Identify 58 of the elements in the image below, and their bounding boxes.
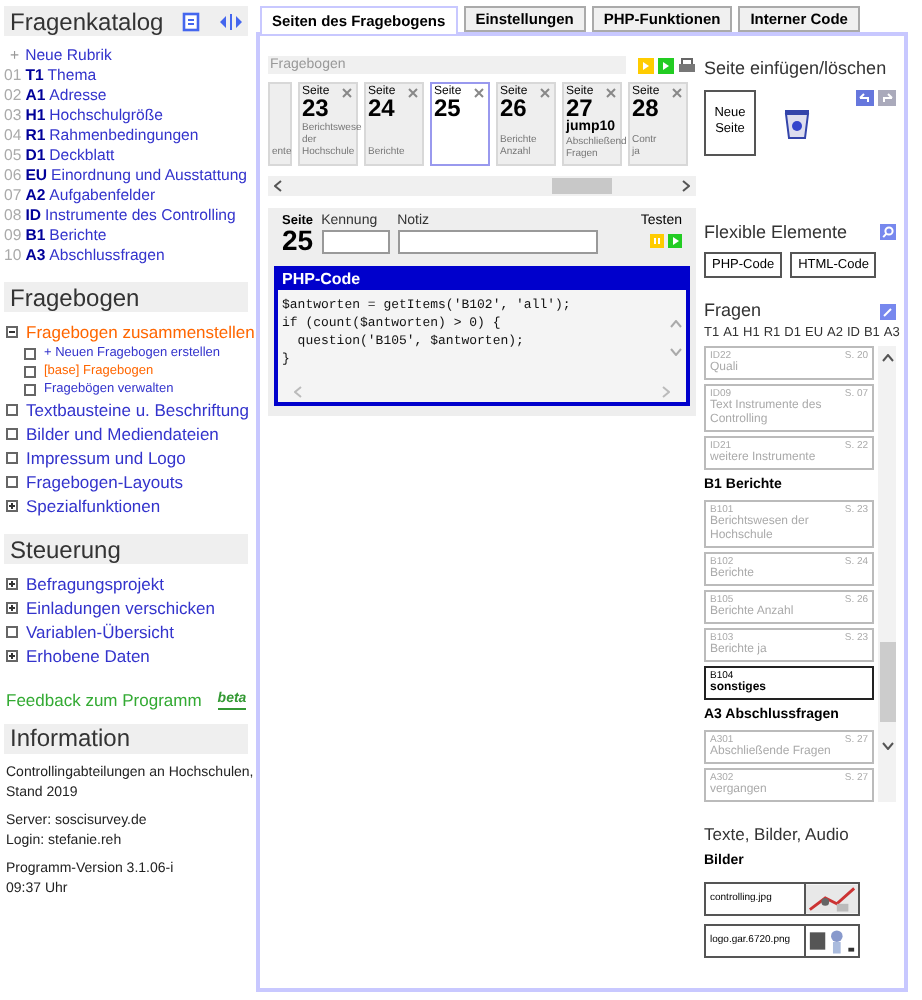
section-title: Fragebogen — [10, 281, 140, 315]
panel-title: Seite einfügen/löschen — [704, 56, 889, 82]
undo-icon[interactable] — [856, 89, 874, 105]
input-field[interactable] — [321, 230, 390, 254]
chevron-right-icon[interactable] — [682, 180, 690, 192]
close-icon[interactable] — [342, 88, 352, 98]
bullet-icon[interactable] — [24, 365, 36, 377]
expand-icon[interactable] — [6, 500, 18, 512]
scrollbar[interactable] — [268, 176, 696, 196]
bullet-icon[interactable] — [6, 428, 18, 440]
editor-title: PHP-Code — [278, 270, 686, 290]
nav-link[interactable]: Impressum und Logo — [26, 446, 186, 470]
nav-link[interactable]: Variablen-Übersicht — [26, 620, 175, 644]
split-arrows-icon[interactable] — [220, 13, 242, 29]
trash-icon[interactable] — [784, 105, 810, 139]
play-icon[interactable] — [668, 234, 682, 248]
scrollbar[interactable] — [878, 345, 896, 801]
panel-title: Texte, Bilder, Audio — [704, 821, 851, 847]
close-icon[interactable] — [408, 88, 418, 98]
scroll-thumb[interactable] — [552, 178, 612, 194]
nav-link[interactable]: Einladungen verschicken — [26, 596, 216, 620]
section-title: Information — [10, 722, 131, 757]
document-icon[interactable] — [182, 11, 200, 31]
bullet-icon[interactable] — [24, 347, 36, 359]
edit-icon[interactable] — [880, 303, 896, 320]
nav-link[interactable]: Fragebogen-Layouts — [26, 470, 183, 494]
chevron-up-icon[interactable] — [881, 353, 894, 361]
scroll-thumb[interactable] — [879, 641, 896, 721]
expand-icon[interactable] — [6, 602, 18, 614]
section-title: Fragenkatalog — [10, 5, 164, 39]
bullet-icon[interactable] — [6, 404, 18, 416]
close-icon[interactable] — [606, 88, 616, 98]
nav-link[interactable]: Spezialfunktionen — [26, 494, 161, 518]
redo-icon[interactable] — [878, 89, 896, 105]
bullet-icon[interactable] — [6, 452, 18, 464]
bullet-icon[interactable] — [24, 383, 36, 395]
bullet-icon[interactable] — [6, 626, 18, 638]
expand-icon[interactable] — [6, 578, 18, 590]
nav-link[interactable]: Erhobene Daten — [26, 644, 150, 668]
expand-icon[interactable] — [6, 650, 18, 662]
nav-link[interactable]: Befragungsprojekt — [26, 572, 164, 596]
close-icon[interactable] — [540, 88, 550, 98]
play-icon[interactable] — [658, 58, 674, 74]
panel-title: Flexible Elemente — [704, 219, 848, 245]
section-title: Steuerung — [10, 533, 121, 567]
page-number: 25 — [282, 228, 314, 254]
printer-icon[interactable] — [678, 58, 696, 74]
collapse-icon[interactable] — [6, 326, 18, 338]
nav-link[interactable]: Textbausteine u. Beschriftung — [26, 398, 250, 422]
chevron-left-icon[interactable] — [274, 180, 282, 192]
panel-title: Fragen — [704, 298, 762, 324]
nav-link[interactable]: Bilder und Mediendateien — [26, 422, 219, 446]
close-icon[interactable] — [474, 88, 484, 98]
bullet-icon[interactable] — [6, 476, 18, 488]
input-field[interactable] — [397, 230, 598, 254]
close-icon[interactable] — [672, 88, 682, 98]
magnifier-icon[interactable] — [880, 224, 896, 241]
chevron-down-icon[interactable] — [881, 741, 894, 749]
